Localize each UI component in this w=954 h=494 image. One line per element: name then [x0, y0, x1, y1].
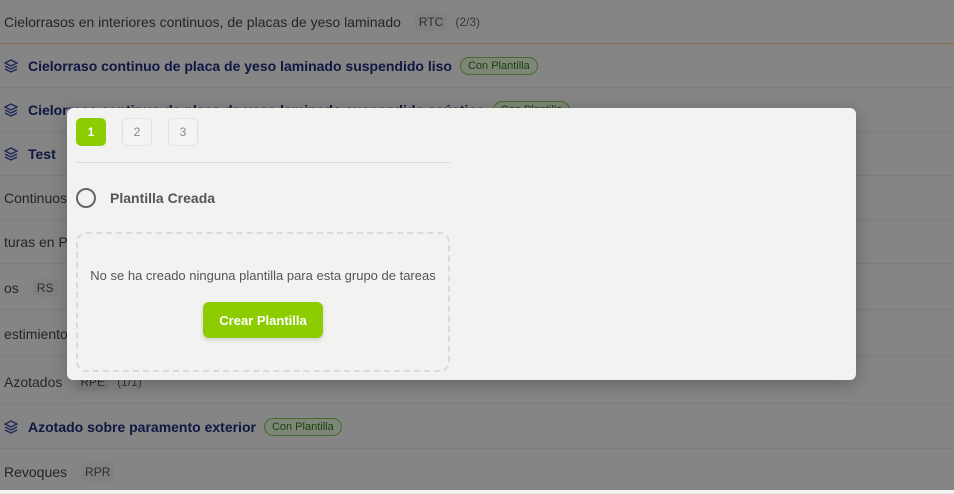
empty-message: No se ha creado ninguna plantilla para e… — [90, 268, 436, 283]
divider — [76, 162, 450, 163]
radio-label: Plantilla Creada — [110, 190, 216, 206]
template-modal: 1 2 3 Plantilla Creada No se ha creado n… — [67, 108, 856, 380]
template-created-option[interactable]: Plantilla Creada — [76, 188, 215, 208]
radio-button[interactable] — [76, 188, 96, 208]
stepper: 1 2 3 — [76, 118, 198, 146]
step-3[interactable]: 3 — [168, 118, 198, 146]
step-2[interactable]: 2 — [122, 118, 152, 146]
empty-template-panel: No se ha creado ninguna plantilla para e… — [76, 232, 450, 372]
create-template-button[interactable]: Crear Plantilla — [203, 302, 323, 338]
step-1[interactable]: 1 — [76, 118, 106, 146]
